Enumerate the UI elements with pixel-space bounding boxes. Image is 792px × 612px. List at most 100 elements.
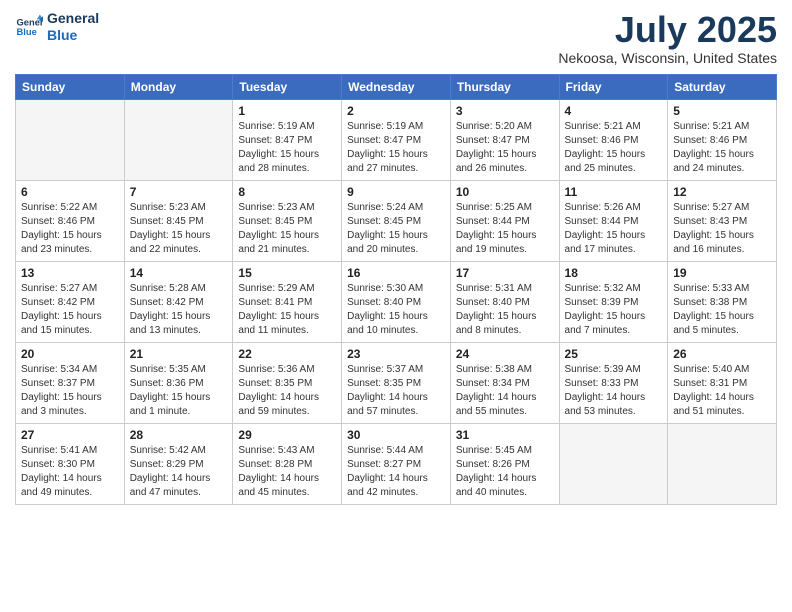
svg-text:Blue: Blue [17,27,37,37]
day-info: Sunrise: 5:19 AM Sunset: 8:47 PM Dayligh… [347,120,445,176]
day-info: Sunrise: 5:36 AM Sunset: 8:35 PM Dayligh… [238,363,336,419]
day-info: Sunrise: 5:22 AM Sunset: 8:46 PM Dayligh… [21,201,119,257]
weekday-header-sunday: Sunday [16,74,125,99]
calendar-cell: 12Sunrise: 5:27 AM Sunset: 8:43 PM Dayli… [668,180,777,261]
logo: General Blue General Blue [15,10,99,44]
calendar-cell: 18 Sunrise: 5:32 AM Sunset: 8:39 PM Dayli… [559,261,668,342]
day-info: Sunrise: 5:21 AM Sunset: 8:46 PM Dayligh… [565,120,663,176]
calendar-cell: 3 Sunrise: 5:20 AM Sunset: 8:47 PM Daylig… [450,99,559,180]
day-number: 5 [673,104,771,118]
day-number: 17 [456,266,554,280]
day-number: 7 [130,185,228,199]
day-info: Sunrise: 5:42 AM Sunset: 8:29 PM Dayligh… [130,444,228,500]
day-number: 10 [456,185,554,199]
calendar: SundayMondayTuesdayWednesdayThursdayFrid… [15,74,777,505]
day-number: 4 [565,104,663,118]
day-number: 14 [130,266,228,280]
day-info: Sunrise: 5:26 AM Sunset: 8:44 PM Dayligh… [565,201,663,257]
day-number: 28 [130,428,228,442]
day-number: 12 [673,185,771,199]
day-number: 3 [456,104,554,118]
logo-icon: General Blue [15,13,43,41]
day-info: Sunrise: 5:21 AM Sunset: 8:46 PM Dayligh… [673,120,771,176]
calendar-cell: 17 Sunrise: 5:31 AM Sunset: 8:40 PM Dayli… [450,261,559,342]
calendar-cell: 26 Sunrise: 5:40 AM Sunset: 8:31 PM Dayli… [668,342,777,423]
calendar-cell: 30 Sunrise: 5:44 AM Sunset: 8:27 PM Dayli… [342,423,451,504]
calendar-cell: 19 Sunrise: 5:33 AM Sunset: 8:38 PM Dayli… [668,261,777,342]
day-number: 21 [130,347,228,361]
day-info: Sunrise: 5:44 AM Sunset: 8:27 PM Dayligh… [347,444,445,500]
day-info: Sunrise: 5:33 AM Sunset: 8:38 PM Dayligh… [673,282,771,338]
weekday-header-saturday: Saturday [668,74,777,99]
day-number: 1 [238,104,336,118]
day-info: Sunrise: 5:28 AM Sunset: 8:42 PM Dayligh… [130,282,228,338]
calendar-cell: 31Sunrise: 5:45 AM Sunset: 8:26 PM Dayli… [450,423,559,504]
month-title: July 2025 [558,10,777,50]
day-info: Sunrise: 5:25 AM Sunset: 8:44 PM Dayligh… [456,201,554,257]
day-number: 20 [21,347,119,361]
calendar-week-row-1: 1 Sunrise: 5:19 AM Sunset: 8:47 PM Daylig… [16,99,777,180]
day-info: Sunrise: 5:37 AM Sunset: 8:35 PM Dayligh… [347,363,445,419]
day-info: Sunrise: 5:38 AM Sunset: 8:34 PM Dayligh… [456,363,554,419]
calendar-cell [559,423,668,504]
day-info: Sunrise: 5:43 AM Sunset: 8:28 PM Dayligh… [238,444,336,500]
calendar-week-row-4: 20 Sunrise: 5:34 AM Sunset: 8:37 PM Dayli… [16,342,777,423]
calendar-cell: 23Sunrise: 5:37 AM Sunset: 8:35 PM Dayli… [342,342,451,423]
day-number: 15 [238,266,336,280]
logo-general: General [47,10,99,27]
calendar-week-row-2: 6 Sunrise: 5:22 AM Sunset: 8:46 PM Daylig… [16,180,777,261]
weekday-header-tuesday: Tuesday [233,74,342,99]
day-number: 22 [238,347,336,361]
day-number: 26 [673,347,771,361]
day-number: 16 [347,266,445,280]
day-info: Sunrise: 5:19 AM Sunset: 8:47 PM Dayligh… [238,120,336,176]
day-info: Sunrise: 5:24 AM Sunset: 8:45 PM Dayligh… [347,201,445,257]
day-info: Sunrise: 5:23 AM Sunset: 8:45 PM Dayligh… [130,201,228,257]
calendar-cell: 5 Sunrise: 5:21 AM Sunset: 8:46 PM Daylig… [668,99,777,180]
calendar-cell [668,423,777,504]
calendar-week-row-3: 13Sunrise: 5:27 AM Sunset: 8:42 PM Dayli… [16,261,777,342]
calendar-cell: 22 Sunrise: 5:36 AM Sunset: 8:35 PM Dayli… [233,342,342,423]
calendar-cell: 14 Sunrise: 5:28 AM Sunset: 8:42 PM Dayli… [124,261,233,342]
day-number: 27 [21,428,119,442]
calendar-cell: 2Sunrise: 5:19 AM Sunset: 8:47 PM Daylig… [342,99,451,180]
weekday-header-monday: Monday [124,74,233,99]
weekday-header-wednesday: Wednesday [342,74,451,99]
day-info: Sunrise: 5:29 AM Sunset: 8:41 PM Dayligh… [238,282,336,338]
day-info: Sunrise: 5:27 AM Sunset: 8:42 PM Dayligh… [21,282,119,338]
day-number: 18 [565,266,663,280]
calendar-cell: 15 Sunrise: 5:29 AM Sunset: 8:41 PM Dayli… [233,261,342,342]
day-info: Sunrise: 5:45 AM Sunset: 8:26 PM Dayligh… [456,444,554,500]
calendar-cell: 29Sunrise: 5:43 AM Sunset: 8:28 PM Dayli… [233,423,342,504]
day-info: Sunrise: 5:32 AM Sunset: 8:39 PM Dayligh… [565,282,663,338]
calendar-cell [16,99,125,180]
weekday-header-row: SundayMondayTuesdayWednesdayThursdayFrid… [16,74,777,99]
calendar-cell: 21Sunrise: 5:35 AM Sunset: 8:36 PM Dayli… [124,342,233,423]
day-number: 25 [565,347,663,361]
day-info: Sunrise: 5:40 AM Sunset: 8:31 PM Dayligh… [673,363,771,419]
calendar-cell [124,99,233,180]
calendar-cell: 9 Sunrise: 5:24 AM Sunset: 8:45 PM Daylig… [342,180,451,261]
day-number: 6 [21,185,119,199]
calendar-cell: 7 Sunrise: 5:23 AM Sunset: 8:45 PM Daylig… [124,180,233,261]
day-info: Sunrise: 5:31 AM Sunset: 8:40 PM Dayligh… [456,282,554,338]
day-info: Sunrise: 5:34 AM Sunset: 8:37 PM Dayligh… [21,363,119,419]
day-number: 8 [238,185,336,199]
calendar-cell: 27Sunrise: 5:41 AM Sunset: 8:30 PM Dayli… [16,423,125,504]
weekday-header-thursday: Thursday [450,74,559,99]
calendar-cell: 10 Sunrise: 5:25 AM Sunset: 8:44 PM Dayli… [450,180,559,261]
calendar-cell: 8Sunrise: 5:23 AM Sunset: 8:45 PM Daylig… [233,180,342,261]
calendar-cell: 25 Sunrise: 5:39 AM Sunset: 8:33 PM Dayli… [559,342,668,423]
calendar-cell: 11Sunrise: 5:26 AM Sunset: 8:44 PM Dayli… [559,180,668,261]
day-number: 30 [347,428,445,442]
location: Nekoosa, Wisconsin, United States [558,50,777,66]
calendar-cell: 16Sunrise: 5:30 AM Sunset: 8:40 PM Dayli… [342,261,451,342]
day-number: 9 [347,185,445,199]
calendar-cell: 4 Sunrise: 5:21 AM Sunset: 8:46 PM Daylig… [559,99,668,180]
calendar-week-row-5: 27Sunrise: 5:41 AM Sunset: 8:30 PM Dayli… [16,423,777,504]
calendar-cell: 20 Sunrise: 5:34 AM Sunset: 8:37 PM Dayli… [16,342,125,423]
weekday-header-friday: Friday [559,74,668,99]
day-number: 19 [673,266,771,280]
day-info: Sunrise: 5:20 AM Sunset: 8:47 PM Dayligh… [456,120,554,176]
day-info: Sunrise: 5:39 AM Sunset: 8:33 PM Dayligh… [565,363,663,419]
